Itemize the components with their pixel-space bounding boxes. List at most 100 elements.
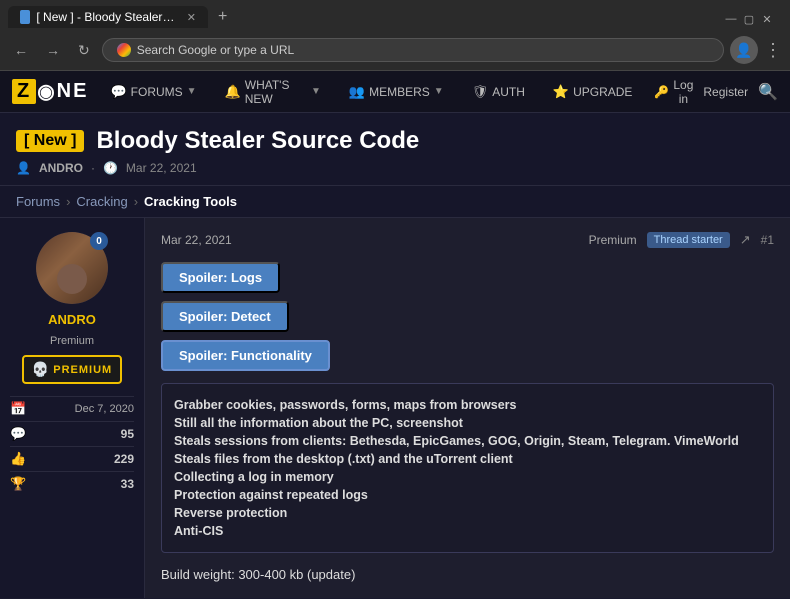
address-bar[interactable]: Search Google or type a URL — [102, 38, 724, 62]
forums-dropdown-icon: ▼ — [187, 86, 197, 97]
address-bar-text: Search Google or type a URL — [137, 43, 294, 57]
user-name: ANDRO — [48, 312, 96, 327]
points-icon: 🏆 — [10, 476, 26, 492]
register-button[interactable]: Register — [703, 85, 748, 99]
breadcrumb: Forums › Cracking › Cracking Tools — [0, 186, 790, 218]
stat-row-join: 📅 Dec 7, 2020 — [10, 396, 134, 421]
spoiler-logs-button[interactable]: Spoiler: Logs — [161, 262, 280, 293]
feature-item-8: Anti-CIS — [174, 522, 761, 540]
close-button[interactable]: ✕ — [760, 12, 774, 26]
site-nav: Z ◉ NE 💬 FORUMS ▼ 🔔 WHAT'S NEW ▼ 👥 MEMBE… — [0, 71, 790, 113]
login-button[interactable]: 🔑 Log in — [654, 78, 693, 106]
messages-count: 95 — [121, 427, 134, 441]
nav-upgrade[interactable]: ⭐ UPGRADE — [547, 80, 639, 104]
back-button[interactable]: ← — [8, 40, 34, 60]
refresh-button[interactable]: ↻ — [72, 40, 96, 61]
breadcrumb-current: Cracking Tools — [144, 194, 237, 209]
upgrade-icon: ⭐ — [553, 84, 569, 100]
share-icon[interactable]: ↗ — [740, 232, 751, 248]
menu-dots[interactable]: ⋮ — [764, 40, 782, 61]
tab-title: [ New ] - Bloody Stealer Source C... — [36, 10, 176, 24]
auth-icon: 🛡 — [472, 84, 489, 100]
members-dropdown-icon: ▼ — [434, 86, 444, 97]
nav-whatsnew-label: WHAT'S NEW — [245, 78, 307, 106]
spoiler-detect-button[interactable]: Spoiler: Detect — [161, 301, 289, 332]
features-list: Grabber cookies, passwords, forms, maps … — [174, 396, 761, 540]
build-weight-text: Build weight: 300-400 kb (update) — [161, 565, 774, 586]
logo-zone: Z — [12, 79, 36, 104]
new-tab-button[interactable]: + — [212, 6, 233, 28]
join-date: Dec 7, 2020 — [75, 403, 134, 415]
skull-icon: 💀 — [32, 361, 49, 378]
feature-item-7: Reverse protection — [174, 504, 761, 522]
search-icon[interactable]: 🔍 — [758, 82, 778, 102]
key-icon: 🔑 — [654, 85, 669, 99]
post-extra: Build weight: 300-400 kb (update) The St… — [161, 565, 774, 598]
user-stats: 📅 Dec 7, 2020 💬 95 👍 229 🏆 33 — [10, 396, 134, 496]
nav-forums[interactable]: 💬 FORUMS ▼ — [104, 80, 202, 104]
active-tab[interactable]: [ New ] - Bloody Stealer Source C... ✕ — [8, 6, 208, 28]
nav-members[interactable]: 👥 MEMBERS ▼ — [343, 80, 450, 104]
breadcrumb-cracking[interactable]: Cracking — [76, 194, 127, 209]
feature-item-3: Steals sessions from clients: Bethesda, … — [174, 432, 761, 450]
nav-whatsnew[interactable]: 🔔 WHAT'S NEW ▼ — [219, 74, 327, 110]
user-avatar-wrap: 0 — [36, 232, 108, 304]
stat-row-reactions: 👍 229 — [10, 446, 134, 471]
page-header: [ New ] Bloody Stealer Source Code 👤 AND… — [0, 113, 790, 186]
browser-controls: ← → ↻ Search Google or type a URL 👤 ⋮ — [8, 32, 782, 70]
stat-row-points: 🏆 33 — [10, 471, 134, 496]
forward-button[interactable]: → — [40, 40, 66, 60]
spoiler-functionality-button[interactable]: Spoiler: Functionality — [161, 340, 330, 371]
thread-starter-badge: Thread starter — [647, 232, 730, 248]
post-date-meta: Mar 22, 2021 — [126, 161, 197, 175]
nav-auth[interactable]: 🛡 AUTH — [466, 80, 531, 104]
author-icon: 👤 — [16, 161, 31, 175]
page-title-row: [ New ] Bloody Stealer Source Code — [16, 127, 774, 155]
feature-item-1: Grabber cookies, passwords, forms, maps … — [174, 396, 761, 414]
window-controls: — ▢ ✕ — [716, 6, 782, 32]
breadcrumb-forums[interactable]: Forums — [16, 194, 60, 209]
nav-auth-label: AUTH — [492, 85, 525, 99]
breadcrumb-sep-1: › — [66, 194, 70, 209]
post-meta-right: Premium Thread starter ↗ #1 — [589, 232, 774, 248]
login-label: Log in — [673, 78, 693, 106]
whatsnew-icon: 🔔 — [225, 84, 241, 100]
user-role: Premium — [50, 335, 94, 347]
stat-row-messages: 💬 95 — [10, 421, 134, 446]
points-count: 33 — [121, 477, 134, 491]
nav-forums-label: FORUMS — [131, 85, 183, 99]
user-sidebar: 0 ANDRO Premium 💀 PREMIUM 📅 Dec 7, 2020 … — [0, 218, 145, 598]
logo-one: ◉ — [37, 79, 56, 104]
members-icon: 👥 — [349, 84, 365, 100]
whatsnew-dropdown-icon: ▼ — [311, 86, 321, 97]
logo-ne: NE — [57, 80, 89, 103]
premium-label: Premium — [589, 233, 637, 247]
nav-members-label: MEMBERS — [369, 85, 430, 99]
minimize-button[interactable]: — — [724, 12, 738, 26]
site-wrapper: Z ◉ NE 💬 FORUMS ▼ 🔔 WHAT'S NEW ▼ 👥 MEMBE… — [0, 71, 790, 598]
profile-icon[interactable]: 👤 — [730, 36, 758, 64]
forums-icon: 💬 — [110, 84, 126, 100]
messages-icon: 💬 — [10, 426, 26, 442]
tab-bar: [ New ] - Bloody Stealer Source C... ✕ + — [8, 6, 233, 28]
nav-right: 🔑 Log in Register 🔍 — [654, 78, 778, 106]
post-meta-bar: Mar 22, 2021 Premium Thread starter ↗ #1 — [161, 232, 774, 248]
new-badge: [ New ] — [16, 130, 84, 152]
feature-item-2: Still all the information about the PC, … — [174, 414, 761, 432]
reactions-count: 229 — [114, 452, 134, 466]
breadcrumb-sep-2: › — [134, 194, 138, 209]
main-content: 0 ANDRO Premium 💀 PREMIUM 📅 Dec 7, 2020 … — [0, 218, 790, 598]
tab-favicon — [20, 10, 30, 24]
feature-item-5: Collecting a log in memory — [174, 468, 761, 486]
page-title: Bloody Stealer Source Code — [96, 127, 419, 155]
maximize-button[interactable]: ▢ — [742, 12, 756, 26]
nav-upgrade-label: UPGRADE — [573, 85, 632, 99]
post-number: #1 — [761, 233, 774, 247]
date-separator: · — [91, 161, 95, 175]
page-meta: 👤 ANDRO · 🕐 Mar 22, 2021 — [16, 161, 774, 175]
calendar-icon: 📅 — [10, 401, 26, 417]
spoiler-buttons: Spoiler: Logs Spoiler: Detect Spoiler: F… — [161, 262, 774, 379]
premium-badge: 💀 PREMIUM — [22, 355, 122, 384]
post-author: ANDRO — [39, 161, 83, 175]
tab-close-button[interactable]: ✕ — [187, 11, 196, 24]
